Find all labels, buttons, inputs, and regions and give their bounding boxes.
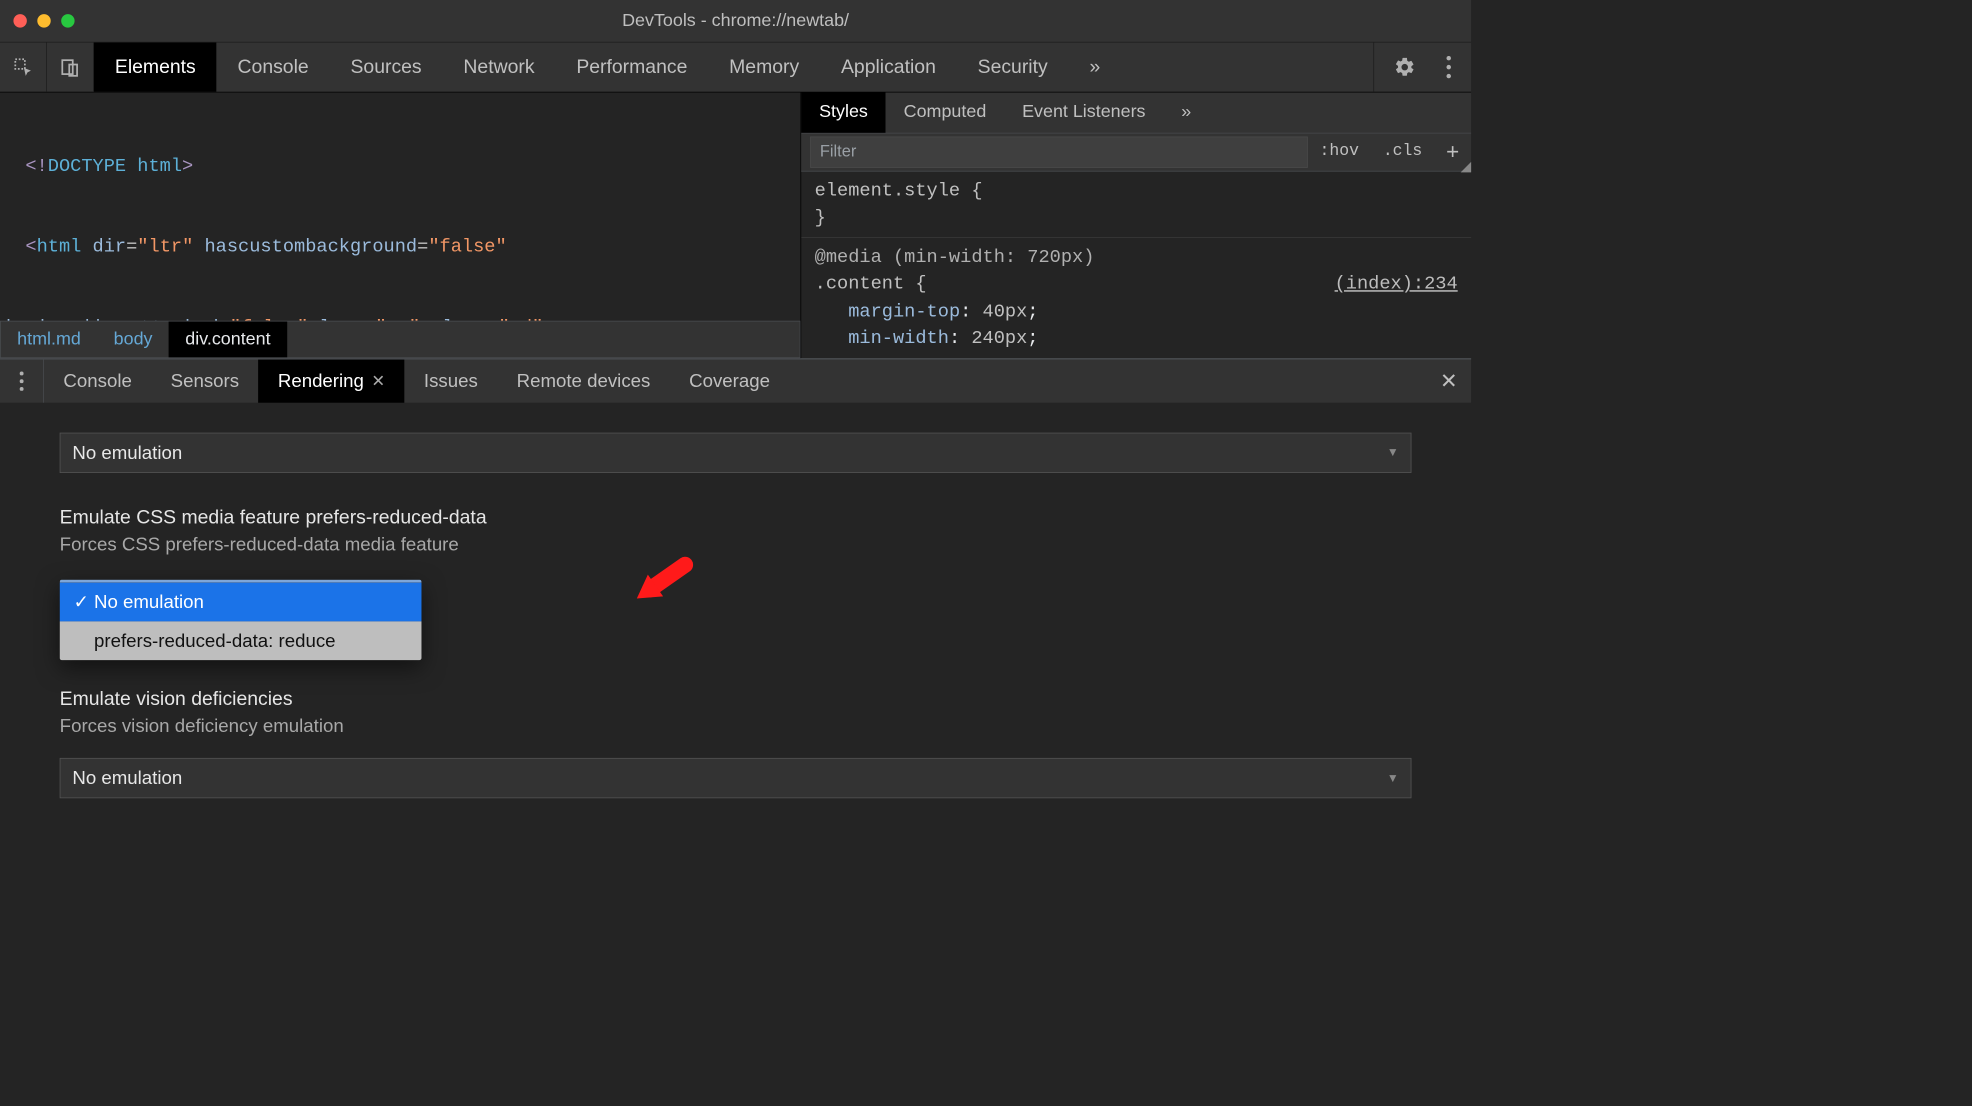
crumb-body[interactable]: body [97,322,169,358]
main-tab-strip: Elements Console Sources Network Perform… [0,43,1471,93]
section-title-reduced-data: Emulate CSS media feature prefers-reduce… [60,506,1412,529]
emulation-select-1[interactable]: No emulation ▼ [60,433,1412,473]
crumb-content[interactable]: div.content [169,322,287,358]
drawer-kebab-icon[interactable] [0,360,44,403]
tab-network[interactable]: Network [443,43,556,92]
section-desc-reduced-data: Forces CSS prefers-reduced-data media fe… [60,534,1412,556]
crumb-html[interactable]: html.md [1,322,98,358]
drawer-tab-coverage[interactable]: Coverage [670,360,790,403]
drawer-tab-remote[interactable]: Remote devices [497,360,670,403]
tab-sources[interactable]: Sources [330,43,443,92]
hov-toggle[interactable]: :hov [1308,142,1371,162]
drawer-tab-sensors[interactable]: Sensors [151,360,258,403]
section-desc-vision: Forces vision deficiency emulation [60,715,1412,737]
chevron-down-icon: ▼ [1387,446,1399,460]
drawer-tab-rendering[interactable]: Rendering✕ [258,360,404,403]
close-tab-icon[interactable]: ✕ [371,371,385,391]
dropdown-option-no-emulation[interactable]: ✓ No emulation [60,583,422,622]
styles-tab-styles[interactable]: Styles [801,93,886,133]
tab-performance[interactable]: Performance [555,43,708,92]
drawer-tab-issues[interactable]: Issues [405,360,498,403]
tab-memory[interactable]: Memory [708,43,820,92]
elements-panel: <!DOCTYPE html> <html dir="ltr" hascusto… [0,93,801,359]
section-title-vision: Emulate vision deficiencies [60,687,1412,710]
inspect-element-icon[interactable] [0,43,47,92]
title-bar: DevTools - chrome://newtab/ [0,0,1471,43]
tab-security[interactable]: Security [957,43,1069,92]
tab-elements[interactable]: Elements [94,43,217,92]
tab-console[interactable]: Console [217,43,330,92]
rendering-panel: No emulation ▼ Emulate CSS media feature… [0,403,1471,880]
styles-panel: Styles Computed Event Listeners » Filter… [801,93,1471,359]
styles-tabs-overflow-icon[interactable]: » [1163,93,1209,133]
settings-icon[interactable] [1394,56,1416,78]
dropdown-option-reduce[interactable]: prefers-reduced-data: reduce [60,622,422,661]
source-link[interactable]: (index):234 [1335,271,1458,298]
filter-input[interactable]: Filter [810,136,1307,167]
breadcrumb: html.md body div.content [0,321,800,358]
styles-tab-computed[interactable]: Computed [886,93,1004,133]
tab-application[interactable]: Application [820,43,957,92]
drawer-tab-console[interactable]: Console [44,360,151,403]
check-icon: ✓ [73,591,89,613]
style-rules[interactable]: element.style { } @media (min-width: 720… [801,171,1471,358]
kebab-menu-icon[interactable] [1446,56,1452,78]
tabs-overflow-icon[interactable]: » [1069,43,1122,92]
annotation-arrow-icon [628,548,695,615]
chevron-down-icon: ▼ [1387,771,1399,785]
styles-tab-listeners[interactable]: Event Listeners [1004,93,1163,133]
close-drawer-icon[interactable]: ✕ [1426,360,1471,403]
drawer-tab-strip: Console Sensors Rendering✕ Issues Remote… [0,358,1471,403]
cls-toggle[interactable]: .cls [1371,142,1434,162]
reduced-data-dropdown[interactable]: ✓ No emulation prefers-reduced-data: red… [60,580,422,661]
resize-handle-icon[interactable] [1461,162,1471,172]
device-toolbar-icon[interactable] [47,43,94,92]
dom-tree[interactable]: <!DOCTYPE html> <html dir="ltr" hascusto… [0,93,800,359]
vision-select[interactable]: No emulation ▼ [60,758,1412,798]
window-title: DevTools - chrome://newtab/ [0,10,1471,31]
